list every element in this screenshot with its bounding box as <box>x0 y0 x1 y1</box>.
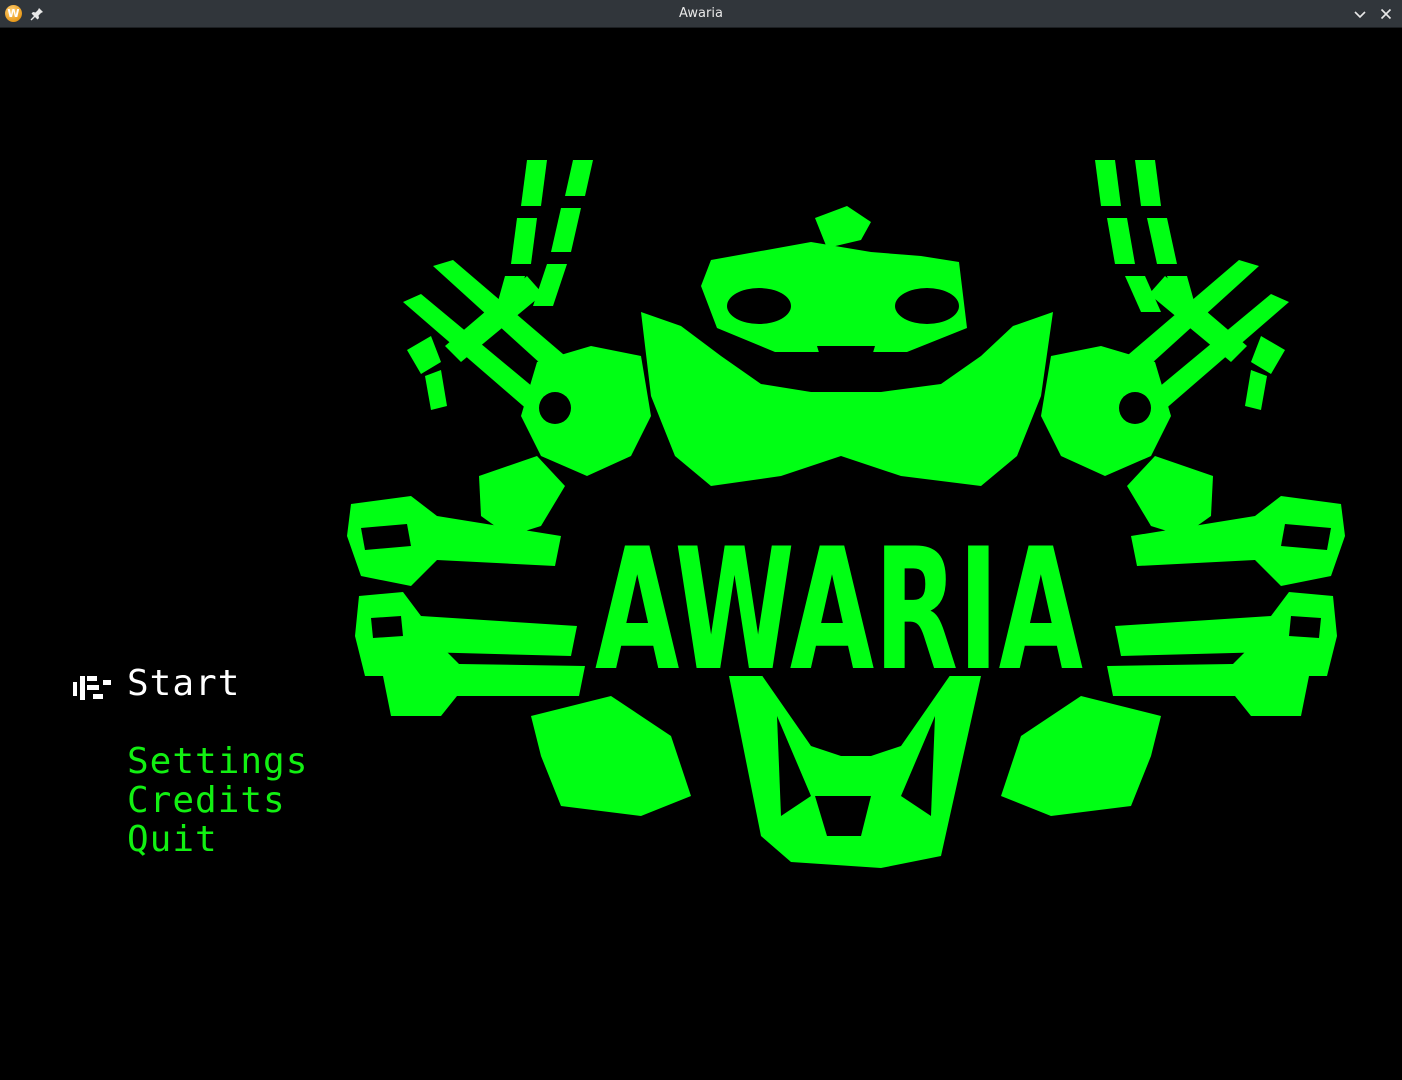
window-titlebar[interactable]: W Awaria <box>0 0 1402 28</box>
selection-cursor-icon <box>73 676 111 700</box>
logo-title: AWARIA <box>595 512 1083 708</box>
window-title: Awaria <box>679 6 723 21</box>
close-icon[interactable] <box>1377 5 1395 23</box>
menu-item-settings[interactable]: Settings <box>127 742 308 782</box>
menu-item-quit[interactable]: Quit <box>127 820 218 860</box>
menu-item-credits[interactable]: Credits <box>127 781 286 821</box>
game-window: W Awaria AWARIA Start Settings Credits Q… <box>0 0 1402 1080</box>
skull-wrenches-emblem-icon: AWARIA <box>347 160 1345 868</box>
minimize-chevron-icon[interactable] <box>1351 5 1369 23</box>
game-viewport[interactable]: AWARIA Start Settings Credits Quit <box>1 28 1399 1078</box>
menu-item-start[interactable]: Start <box>127 664 240 704</box>
